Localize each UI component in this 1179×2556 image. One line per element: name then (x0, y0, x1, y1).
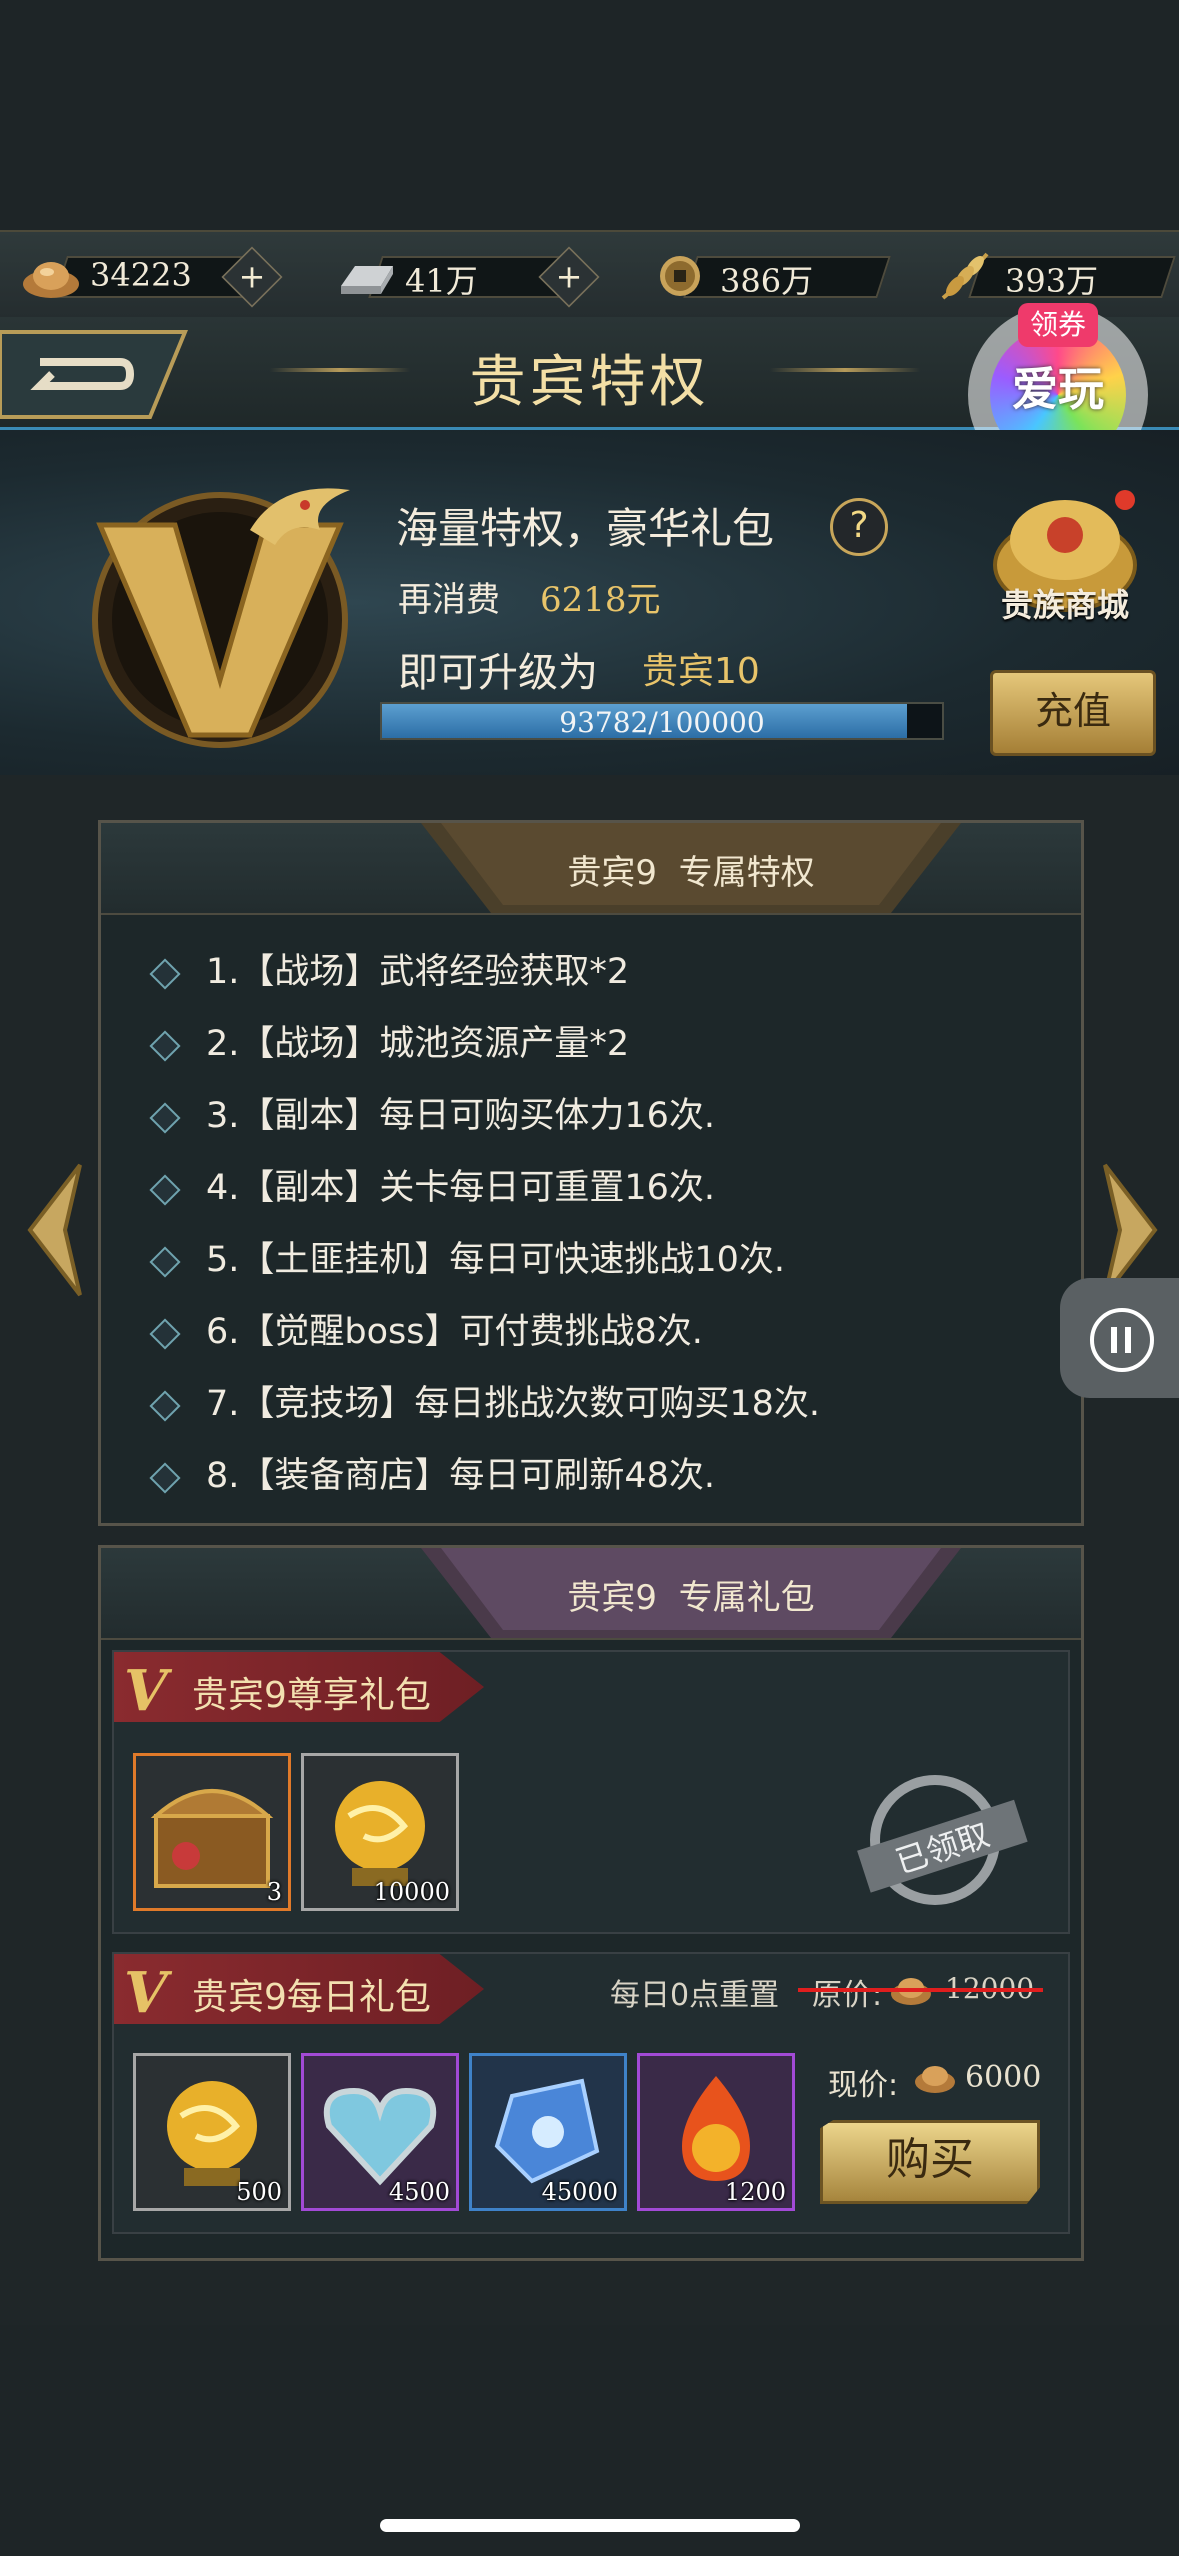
noble-shop-label: 贵族商城 (1000, 586, 1129, 624)
silver-value: 41万 (405, 262, 478, 300)
premium-gift-header: V 贵宾9尊享礼包 (114, 1652, 1068, 1724)
daily-item-3[interactable]: 45000 (469, 2053, 627, 2211)
privileges-title-text: 专属特权 (678, 853, 815, 893)
item-count: 500 (236, 2178, 282, 2206)
upgrade-label: 即可升级为 (398, 650, 598, 696)
pause-button[interactable] (1060, 1278, 1179, 1398)
privilege-text: 7.【竞技场】每日挑战次数可购买18次. (206, 1384, 821, 1424)
daily-item-4[interactable]: 1200 (637, 2053, 795, 2211)
privileges-title: 贵宾9 专属特权 (421, 845, 961, 894)
privilege-text: 2.【战场】城池资源产量*2 (206, 1024, 630, 1064)
privilege-item: 6.【觉醒boss】可付费挑战8次. (149, 1303, 703, 1373)
silver-bar-icon (341, 266, 393, 294)
treasure-chest-icon (150, 1789, 274, 1888)
help-button[interactable]: ? (830, 498, 888, 556)
resource-copper: 386万 (650, 250, 891, 300)
spend-value: 6218元 (540, 580, 661, 620)
pause-icon (1090, 1308, 1154, 1372)
privilege-text: 1.【战场】武将经验获取*2 (206, 952, 630, 992)
daily-item-2[interactable]: 4500 (301, 2053, 459, 2211)
gifts-title: 贵宾9 专属礼包 (421, 1570, 961, 1619)
privilege-item: 4.【副本】关卡每日可重置16次. (149, 1159, 716, 1229)
vip-progress-bar: 93782/100000 (380, 702, 944, 740)
resource-bar: 34223 + 41万 + 386万 393万 (0, 230, 1179, 319)
resource-grain: 393万 (935, 250, 1176, 300)
item-count: 3 (266, 1878, 282, 1906)
privilege-text: 4.【副本】关卡每日可重置16次. (206, 1168, 716, 1208)
claimed-stamp: 已领取 (857, 1775, 1028, 1905)
item-count: 4500 (388, 2178, 450, 2206)
privileges-header: 贵宾9 专属特权 (101, 823, 1081, 915)
progress-text: 93782/100000 (559, 706, 765, 739)
daily-item-1[interactable]: 500 (133, 2053, 291, 2211)
item-count: 1200 (724, 2178, 786, 2206)
price-strike (798, 1988, 1043, 1992)
privilege-item: 3.【副本】每日可购买体力16次. (149, 1087, 716, 1157)
daily-gift-label: 贵宾9每日礼包 (192, 1977, 431, 2018)
copper-value: 386万 (720, 262, 814, 300)
home-indicator[interactable] (380, 2519, 800, 2532)
current-price: 6000 (965, 2060, 1042, 2095)
item-count: 10000 (373, 1878, 450, 1906)
plus-icon: + (238, 258, 266, 296)
premium-item-2[interactable]: 10000 (301, 1753, 459, 1911)
spend-label: 再消费 (398, 580, 500, 620)
copper-coin-icon (660, 256, 700, 296)
gold-ingot-icon (23, 262, 79, 298)
gifts-title-level: 贵宾9 (567, 1578, 657, 1618)
privilege-text: 6.【觉醒boss】可付费挑战8次. (206, 1312, 703, 1352)
gifts-title-text: 专属礼包 (678, 1578, 815, 1618)
daily-reset-note: 每日0点重置 (610, 1978, 780, 2013)
upgrade-target: 贵宾10 (642, 651, 760, 692)
privilege-item: 1.【战场】武将经验获取*2 (149, 943, 630, 1013)
privilege-text: 8.【装备商店】每日可刷新48次. (206, 1456, 716, 1496)
item-count: 45000 (541, 2178, 618, 2206)
promo-text: 爱玩 (1012, 362, 1104, 416)
current-price-label: 现价: (828, 2068, 899, 2103)
top-bar (0, 0, 1179, 230)
header-slogan: 海量特权，豪华礼包 (396, 504, 775, 553)
plus-icon: + (555, 258, 583, 296)
privilege-text: 3.【副本】每日可购买体力16次. (206, 1096, 716, 1136)
prev-arrow-icon[interactable] (20, 1155, 90, 1305)
grain-icon (941, 252, 989, 300)
privilege-item: 7.【竞技场】每日挑战次数可购买18次. (149, 1375, 821, 1445)
original-price-label: 原价: (812, 1978, 883, 2013)
privilege-item: 2.【战场】城池资源产量*2 (149, 1015, 630, 1085)
gold-ingot-icon (915, 2066, 955, 2093)
privilege-item: 8.【装备商店】每日可刷新48次. (149, 1447, 716, 1517)
gold-value: 34223 (90, 256, 192, 294)
privilege-text: 5.【土匪挂机】每日可快速挑战10次. (206, 1240, 786, 1280)
premium-item-1[interactable]: 3 (133, 1753, 291, 1911)
grain-value: 393万 (1005, 262, 1099, 300)
recharge-button[interactable]: 充值 (990, 670, 1156, 756)
privileges-title-level: 贵宾9 (567, 853, 657, 893)
vip-mini-icon: V (124, 1960, 168, 2026)
premium-gift-label: 贵宾9尊享礼包 (192, 1675, 431, 1716)
gifts-header: 贵宾9 专属礼包 (101, 1548, 1081, 1640)
coupon-tag: 领券 (1018, 303, 1098, 347)
privilege-item: 5.【土匪挂机】每日可快速挑战10次. (149, 1231, 786, 1301)
buy-button[interactable]: 购买 (820, 2120, 1040, 2204)
vip-emblem-icon (92, 488, 350, 748)
vip-mini-icon: V (124, 1658, 168, 1724)
